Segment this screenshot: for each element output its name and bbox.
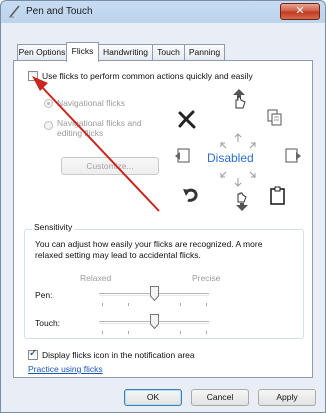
undo-icon <box>183 188 198 202</box>
sensitivity-description: You can adjust how easily your flicks ar… <box>35 239 262 261</box>
sensitivity-description-line1: You can adjust how easily your flicks ar… <box>35 239 263 249</box>
annotation-arrow <box>32 76 160 212</box>
back-icon <box>175 148 190 163</box>
pen-label: Pen: <box>35 290 53 300</box>
practice-flicks-link[interactable]: Practice using flicks <box>28 364 103 374</box>
touch-sensitivity-slider[interactable] <box>149 314 159 329</box>
tab-handwriting[interactable]: Handwriting <box>98 44 153 61</box>
tab-flicks[interactable]: Flicks <box>66 42 99 62</box>
ok-button[interactable]: OK <box>124 389 182 406</box>
flicks-diagram: Disabled <box>174 86 304 211</box>
cancel-button[interactable]: Cancel <box>191 389 249 406</box>
tab-touch[interactable]: Touch <box>152 44 185 61</box>
sensitivity-description-line2: relaxed setting may lead to accidental f… <box>35 250 201 260</box>
forward-icon <box>285 148 301 163</box>
scroll-down-icon <box>236 192 248 211</box>
sensitivity-group-label: Sensitivity <box>32 222 75 232</box>
tab-pen-options[interactable]: Pen Options <box>17 44 67 61</box>
delete-icon <box>178 110 196 129</box>
clipboard-icon <box>270 186 285 205</box>
pen-icon <box>9 5 20 18</box>
window-title: Pen and Touch <box>26 6 93 17</box>
tab-panning[interactable]: Panning <box>184 44 225 61</box>
precise-label: Precise <box>192 273 221 283</box>
pen-sensitivity-slider[interactable] <box>149 286 159 301</box>
flicks-panel: Use flicks to perform common actions qui… <box>13 60 313 378</box>
apply-button[interactable]: Apply <box>258 389 316 406</box>
touch-label: Touch: <box>35 318 61 328</box>
notification-label: Display flicks icon in the notification … <box>42 350 195 360</box>
flick-direction-arrows-icon <box>220 133 256 187</box>
close-button[interactable]: ✕ <box>280 3 320 20</box>
scroll-up-icon <box>233 89 246 109</box>
notification-row[interactable]: Display flicks icon in the notification … <box>28 348 195 360</box>
notification-checkbox[interactable] <box>28 348 38 360</box>
relaxed-label: Relaxed <box>80 273 112 283</box>
dialog-window: Pen and Touch ✕ Pen Options Flicks Handw… <box>0 0 326 413</box>
close-icon: ✕ <box>295 5 305 17</box>
title-bar[interactable]: Pen and Touch ✕ <box>1 1 325 23</box>
